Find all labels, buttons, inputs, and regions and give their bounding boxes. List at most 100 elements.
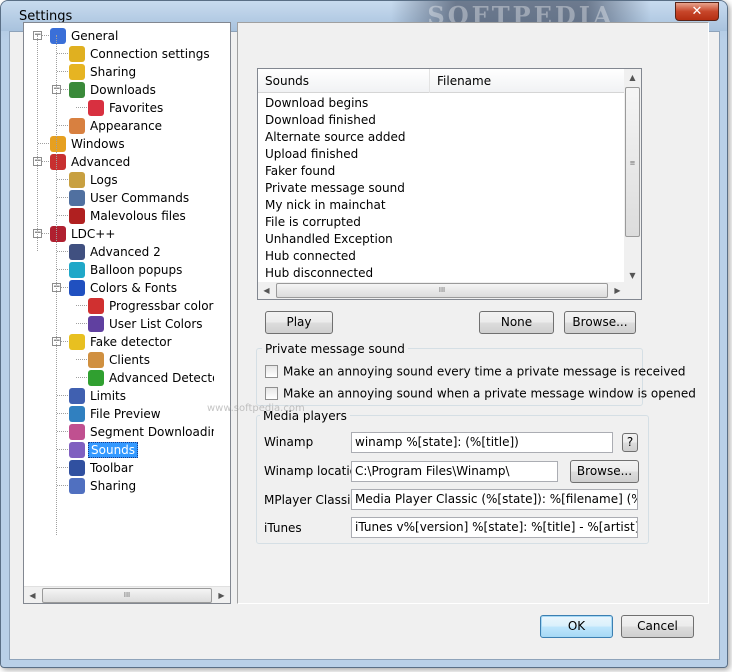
list-item[interactable]: Unhandled Exception [265, 231, 393, 248]
sounds-list-header: Sounds Filename [258, 69, 626, 93]
list-item[interactable]: Download begins [265, 95, 368, 112]
settings-tree[interactable]: General − Connection settings Sharing Downlo… [23, 22, 231, 604]
tree-item-general[interactable]: General [50, 26, 120, 44]
limits-icon [69, 387, 85, 404]
tree-item-malevolous-files[interactable]: Malevolous files [69, 206, 188, 224]
scroll-left-arrow-icon[interactable]: ◀ [24, 587, 41, 604]
tree-item-label: Appearance [90, 118, 163, 133]
tree-item-sharing[interactable]: Sharing [69, 476, 138, 494]
winamp-location-input[interactable]: C:\Program Files\Winamp\ [351, 461, 558, 482]
tree-item-user-commands[interactable]: User Commands [69, 188, 191, 206]
tree-item-balloon-popups[interactable]: Balloon popups [69, 260, 184, 278]
scroll-right-arrow-icon[interactable]: ▶ [213, 587, 230, 604]
tree-item-colors-fonts[interactable]: Colors & Fonts [69, 278, 179, 296]
ok-button[interactable]: OK [540, 615, 613, 638]
tree-connector [56, 35, 57, 535]
tree-item-label: Clients [109, 352, 150, 367]
pm-window-opened-checkbox[interactable]: Make an annoying sound when a private me… [265, 385, 696, 401]
browse-winamp-button[interactable]: Browse... [570, 460, 639, 483]
tree-item-sharing[interactable]: Sharing [69, 62, 138, 80]
list-item[interactable]: Hub disconnected [265, 265, 373, 282]
list-item[interactable]: File is corrupted [265, 214, 361, 231]
tree-item-label: Sharing [90, 478, 137, 493]
user-commands-icon [69, 189, 85, 206]
scroll-corner [624, 282, 641, 299]
column-header-filename[interactable]: Filename [430, 69, 626, 93]
list-item[interactable]: Alternate source added [265, 129, 405, 146]
tree-item-advanced-2[interactable]: Advanced 2 [69, 242, 163, 260]
tree-connector [57, 179, 68, 180]
list-item[interactable]: Faker found [265, 163, 335, 180]
tree-connector [57, 449, 68, 450]
list-item[interactable]: My nick in mainchat [265, 197, 386, 214]
tree-item-label: User List Colors [109, 316, 203, 331]
tree-item-appearance[interactable]: Appearance [69, 116, 164, 134]
list-item[interactable]: Upload finished [265, 146, 358, 163]
logs-icon [69, 171, 85, 188]
tree-connector [37, 35, 38, 251]
checkbox-box[interactable] [265, 365, 278, 378]
mplayer-classic-format-input[interactable]: Media Player Classic (%[state]): %[filen… [351, 489, 638, 510]
tree-item-file-preview[interactable]: File Preview [69, 404, 163, 422]
tree-item-label: Fake detector [90, 334, 172, 349]
tree-item-limits[interactable]: Limits [69, 386, 128, 404]
tree-item-toolbar[interactable]: Toolbar [69, 458, 135, 476]
tree-item-connection-settings[interactable]: Connection settings [69, 44, 212, 62]
scroll-up-arrow-icon[interactable]: ▲ [624, 69, 641, 86]
detector-icon [88, 369, 104, 386]
tree-item-segment-downloading[interactable]: Segment Downloading [69, 422, 214, 440]
list-item[interactable]: Download finished [265, 112, 376, 129]
play-button[interactable]: Play [265, 311, 333, 334]
tree-item-user-list-colors[interactable]: User List Colors [88, 314, 205, 332]
tree-horizontal-scrollbar[interactable]: ◀ III ▶ [24, 586, 230, 603]
tree-item-logs[interactable]: Logs [69, 170, 120, 188]
tree-connector [76, 359, 87, 360]
windows-icon [50, 135, 66, 152]
pm-received-checkbox[interactable]: Make an annoying sound every time a priv… [265, 363, 685, 379]
list-item[interactable]: Hub connected [265, 248, 356, 265]
pm-window-opened-label: Make an annoying sound when a private me… [283, 386, 696, 401]
list-vscroll-thumb[interactable]: ≡ [625, 87, 640, 237]
tree-item-clients[interactable]: Clients [88, 350, 152, 368]
list-item[interactable]: Private message sound [265, 180, 405, 197]
tree-item-windows[interactable]: Windows [50, 134, 127, 152]
advanced-icon [50, 153, 66, 170]
sharing2-icon [69, 477, 85, 494]
tree-item-label: Connection settings [90, 46, 210, 61]
list-hscroll-thumb[interactable]: III [276, 283, 608, 298]
column-header-sounds[interactable]: Sounds [258, 69, 430, 93]
tree-item-progressbar-colors[interactable]: Progressbar colors [88, 296, 214, 314]
tree-connector [57, 395, 68, 396]
sounds-list-horizontal-scrollbar[interactable]: ◀ III ▶ [258, 282, 626, 299]
clients-icon [88, 351, 104, 368]
winamp-help-button[interactable]: ? [622, 433, 638, 452]
scroll-left-arrow-icon[interactable]: ◀ [258, 282, 275, 299]
tree-item-label: Sharing [90, 64, 137, 79]
tree-item-advanced-detector-pat[interactable]: Advanced Detector Pat [88, 368, 214, 386]
favorites-icon [88, 99, 104, 116]
tree-item-label: Downloads [90, 82, 156, 97]
tree-item-favorites[interactable]: Favorites [88, 98, 165, 116]
connection-icon [69, 45, 85, 62]
close-button[interactable]: ✕ [675, 2, 719, 21]
tree-connector [38, 143, 49, 144]
tree-item-downloads[interactable]: Downloads [69, 80, 158, 98]
tree-item-label: File Preview [90, 406, 161, 421]
tree-item-label: Advanced [71, 154, 131, 169]
tree-connector [57, 413, 68, 414]
browse-sound-button[interactable]: Browse... [564, 311, 636, 334]
sounds-list-vertical-scrollbar[interactable]: ▲ ≡ ▼ [624, 69, 641, 284]
checkbox-box[interactable] [265, 387, 278, 400]
winamp-format-input[interactable]: winamp %[state]: (%[title]) [351, 432, 613, 453]
tree-item-ldc[interactable]: LDC++ [50, 224, 117, 242]
itunes-format-input[interactable]: iTunes v%[version] %[state]: %[title] - … [351, 517, 638, 538]
tree-item-advanced[interactable]: Advanced [50, 152, 132, 170]
tree-item-sounds[interactable]: Sounds [69, 440, 139, 458]
tree-item-fake-detector[interactable]: Fake detector [69, 332, 174, 350]
tree-item-label: Favorites [109, 100, 164, 115]
toolbar-icon [69, 459, 85, 476]
none-button[interactable]: None [479, 311, 554, 334]
sounds-list[interactable]: Sounds Filename Download begins Download … [257, 68, 642, 300]
cancel-button[interactable]: Cancel [621, 615, 694, 638]
tree-scroll-thumb[interactable]: III [42, 588, 212, 603]
